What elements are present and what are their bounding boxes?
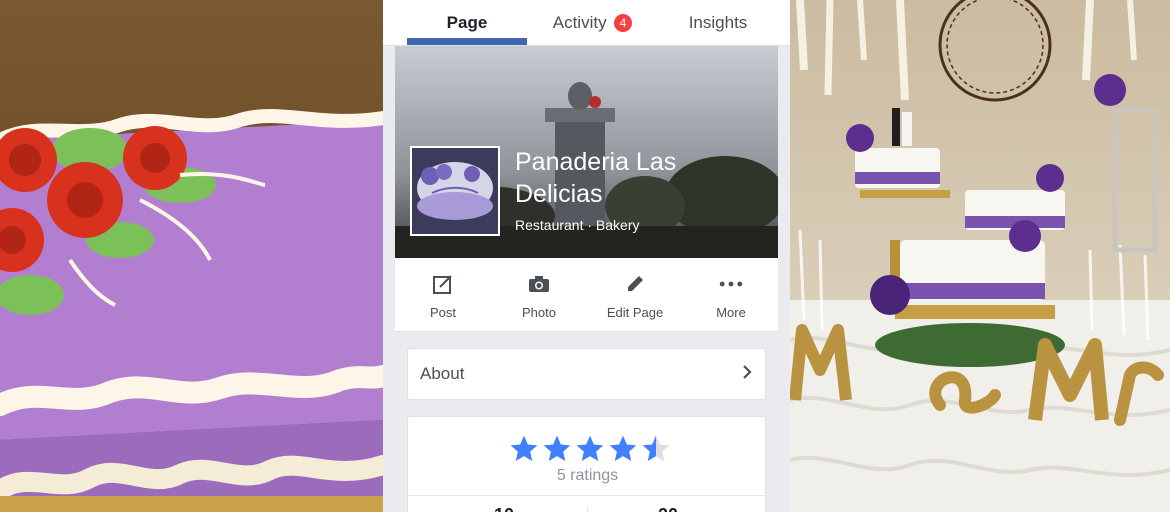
- about-label: About: [420, 364, 465, 383]
- tab-page-label: Page: [446, 13, 488, 32]
- stat-right-value: 20: [658, 505, 678, 512]
- compose-icon: [431, 272, 455, 296]
- post-label: Post: [429, 305, 456, 320]
- profile-picture[interactable]: [410, 146, 500, 236]
- half-star-icon: [642, 435, 670, 461]
- chevron-right-icon: [741, 364, 753, 385]
- edit-page-button[interactable]: Edit Page: [587, 258, 683, 332]
- star-icon: [543, 435, 571, 461]
- page-tab-bar: Page Activity 4 Insights: [383, 0, 790, 46]
- facebook-page-app: Page Activity 4 Insights Panaderia Las D…: [383, 0, 790, 512]
- ratings-card[interactable]: 5 ratings 10 20: [407, 416, 767, 512]
- pencil-icon: [623, 272, 647, 296]
- profile-cake-image: [412, 148, 498, 234]
- page-title: Panaderia Las Delicias: [515, 148, 677, 208]
- ratings-count: 5 ratings: [556, 467, 619, 484]
- page-category: Restaurant · Bakery: [515, 217, 640, 233]
- wedding-cake-photo: [790, 0, 1170, 512]
- birthday-cake-illustration: [0, 0, 383, 512]
- more-button[interactable]: More: [683, 258, 779, 332]
- star-rating: [508, 433, 673, 465]
- tab-insights-label: Insights: [688, 13, 748, 32]
- stat-left-value: 10: [494, 505, 514, 512]
- page-action-bar: Post Photo Edit Page More: [395, 258, 778, 332]
- active-tab-indicator: [407, 38, 527, 45]
- tab-insights[interactable]: Insights: [658, 0, 778, 46]
- tab-activity-label: Activity: [552, 13, 607, 32]
- stats-divider: [408, 495, 767, 496]
- star-icon: [510, 435, 538, 461]
- more-dots-icon: [719, 272, 743, 296]
- notification-badge: 4: [612, 13, 634, 33]
- edit-page-label: Edit Page: [606, 305, 664, 320]
- more-label: More: [716, 305, 746, 320]
- photo-button[interactable]: Photo: [491, 258, 587, 332]
- star-icon: [576, 435, 604, 461]
- star-icon: [609, 435, 637, 461]
- wedding-cake-illustration: [790, 0, 1170, 512]
- post-button[interactable]: Post: [395, 258, 491, 332]
- photo-label: Photo: [522, 305, 556, 320]
- stat-separator: [587, 507, 588, 512]
- tab-activity[interactable]: Activity 4: [533, 0, 653, 46]
- about-row[interactable]: About: [407, 348, 766, 400]
- cover-photo[interactable]: Panaderia Las Delicias Restaurant · Bake…: [395, 46, 778, 258]
- birthday-cake-photo: [0, 0, 383, 512]
- camera-icon: [527, 272, 551, 296]
